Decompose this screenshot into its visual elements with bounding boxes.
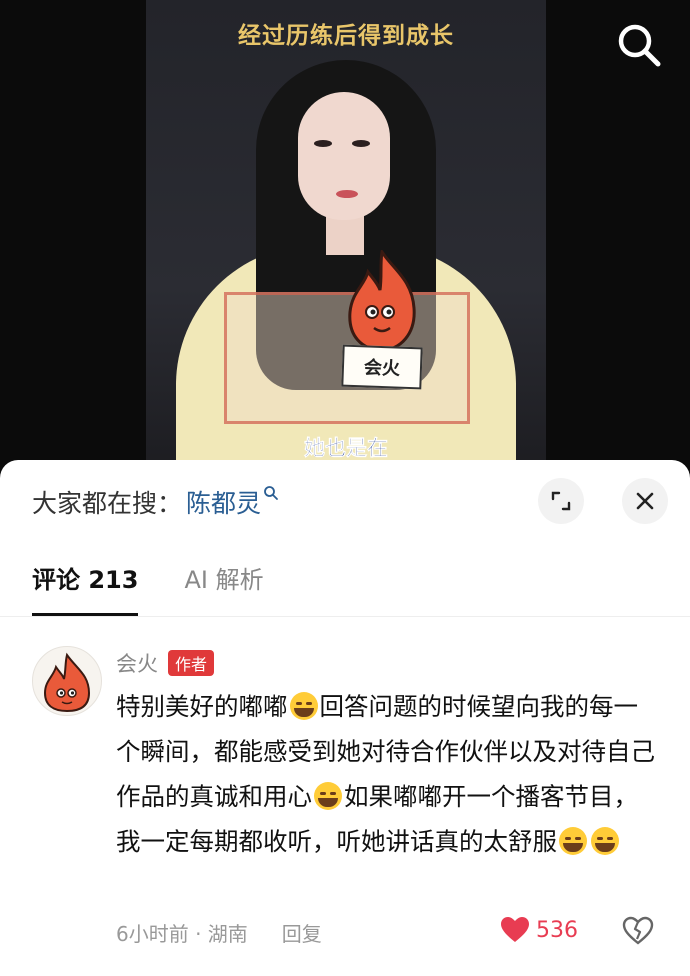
avatar[interactable] [32,646,102,716]
like-button[interactable]: 536 [500,916,578,944]
person-neck [326,215,364,255]
crying-emoji-icon [289,692,318,720]
video-caption-bottom: 她也是在 [304,436,389,461]
fire-avatar-icon [43,652,91,713]
tabs-divider [0,616,690,617]
crying-emoji-icon [591,827,619,855]
search-icon[interactable] [614,20,664,70]
video-player[interactable]: 经过历练后得到成长 会火 她也是在 [0,0,690,480]
person-eye-right [352,140,370,147]
comment-time-location: 6小时前 · 湖南 [116,922,248,946]
comment-username[interactable]: 会火 [116,648,158,678]
mascot-sign: 会火 [341,344,423,390]
comment-tabs: 评论 213 AI 解析 [32,560,264,616]
broken-heart-icon[interactable] [622,916,654,946]
tab-comments[interactable]: 评论 213 [32,560,139,616]
search-suggestion-term[interactable]: 陈都灵 [186,484,261,520]
author-badge: 作者 [168,650,215,676]
expand-icon [551,491,571,511]
crying-emoji-icon [559,827,587,855]
comment-author-row: 会火 作者 [116,648,215,678]
comment-sheet: 大家都在搜： 陈都灵 评论 213 AI 解析 会火 作者 特别美好的嘟嘟 回答… [0,460,690,976]
comment-text: 特别美好的嘟嘟 回答问题的时候望向我的每一个瞬间，都能感受到她对待合作伙伴以及对待… [116,684,656,864]
video-caption-top: 经过历练后得到成长 [238,23,454,49]
teary-emoji-icon [314,782,342,810]
comment-meta: 6小时前 · 湖南 回复 [116,918,322,947]
person-face [298,92,390,220]
heart-icon [501,917,529,942]
tab-ai-analysis[interactable]: AI 解析 [184,560,263,616]
reply-button[interactable]: 回复 [282,918,322,947]
search-suggestion[interactable]: 大家都在搜： 陈都灵 [32,482,279,522]
video-frame: 经过历练后得到成长 会火 她也是在 [146,0,546,480]
close-icon [636,492,654,510]
small-search-icon [264,486,278,500]
close-button[interactable] [622,478,668,524]
person-eye-left [314,140,332,147]
comment-text-part: 特别美好的嘟嘟 [116,692,288,721]
like-count: 536 [536,917,578,943]
search-suggestion-prefix: 大家都在搜： [32,489,183,518]
fire-mascot-icon [348,250,416,352]
expand-button[interactable] [538,478,584,524]
person-lips [336,190,358,198]
